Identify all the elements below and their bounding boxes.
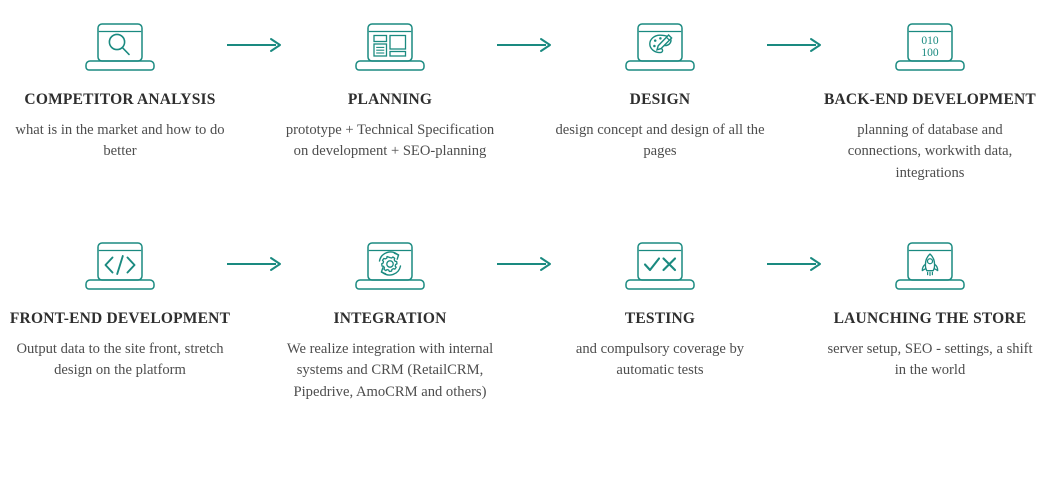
flow-arrow-4 — [227, 227, 281, 305]
laptop-palette-brush-icon — [624, 21, 696, 73]
laptop-gear-sync-icon — [354, 240, 426, 292]
step-title: BACK-END DEVELOPMENT — [824, 91, 1036, 108]
step-description: Output data to the site front, stretch d… — [16, 340, 224, 379]
laptop-search-icon — [84, 21, 156, 73]
process-row-1: COMPETITOR ANALYSIS what is in the marke… — [0, 8, 1050, 185]
step-title: INTEGRATION — [333, 310, 447, 327]
flow-arrow-6 — [767, 227, 821, 305]
step-icon-container — [540, 227, 780, 305]
step-description: planning of database and connections, wo… — [847, 121, 1013, 182]
step-design: DESIGN design concept and design of all … — [540, 8, 780, 163]
laptop-code-tags-icon — [84, 240, 156, 292]
step-description: and compulsory coverage by automatic tes… — [575, 340, 745, 379]
step-description: server setup, SEO - settings, a shift in… — [827, 340, 1033, 379]
laptop-check-cross-icon — [624, 240, 696, 292]
flow-arrow-5 — [497, 227, 551, 305]
step-title: COMPETITOR ANALYSIS — [24, 91, 216, 108]
laptop-rocket-icon — [894, 240, 966, 292]
step-description: We realize integration with internal sys… — [286, 340, 494, 401]
step-title: DESIGN — [629, 91, 691, 108]
step-title: PLANNING — [347, 91, 433, 108]
step-icon-container — [270, 227, 510, 305]
step-testing: TESTING and compulsory coverage by autom… — [540, 227, 780, 382]
process-row-2: FRONT-END DEVELOPMENT Output data to the… — [0, 227, 1050, 404]
step-title: TESTING — [624, 310, 696, 327]
step-icon-container — [0, 227, 240, 305]
step-integration: INTEGRATION We realize integration with … — [270, 227, 510, 404]
flow-arrow-1 — [227, 8, 281, 86]
binary-bottom-text: 100 — [921, 47, 939, 59]
step-icon-container: 010 100 — [810, 8, 1050, 86]
step-icon-container — [270, 8, 510, 86]
step-title: LAUNCHING THE STORE — [833, 310, 1027, 327]
step-description: what is in the market and how to do bett… — [15, 121, 225, 160]
step-competitor-analysis: COMPETITOR ANALYSIS what is in the marke… — [0, 8, 240, 163]
step-launching-the-store: LAUNCHING THE STORE server setup, SEO - … — [810, 227, 1050, 382]
process-flow-diagram: COMPETITOR ANALYSIS what is in the marke… — [0, 0, 1050, 502]
flow-arrow-2 — [497, 8, 551, 86]
step-title: FRONT-END DEVELOPMENT — [9, 310, 231, 327]
binary-top-text: 010 — [921, 35, 939, 47]
step-icon-container — [810, 227, 1050, 305]
step-description: prototype + Technical Specification on d… — [285, 121, 495, 160]
step-description: design concept and design of all the pag… — [555, 121, 765, 160]
flow-arrow-3 — [767, 8, 821, 86]
step-icon-container — [540, 8, 780, 86]
laptop-wireframe-icon — [354, 21, 426, 73]
step-front-end-development: FRONT-END DEVELOPMENT Output data to the… — [0, 227, 240, 382]
step-planning: PLANNING prototype + Technical Specifica… — [270, 8, 510, 163]
laptop-binary-icon: 010 100 — [894, 21, 966, 73]
step-icon-container — [0, 8, 240, 86]
step-back-end-development: 010 100 BACK-END DEVELOPMENT planning of… — [810, 8, 1050, 185]
